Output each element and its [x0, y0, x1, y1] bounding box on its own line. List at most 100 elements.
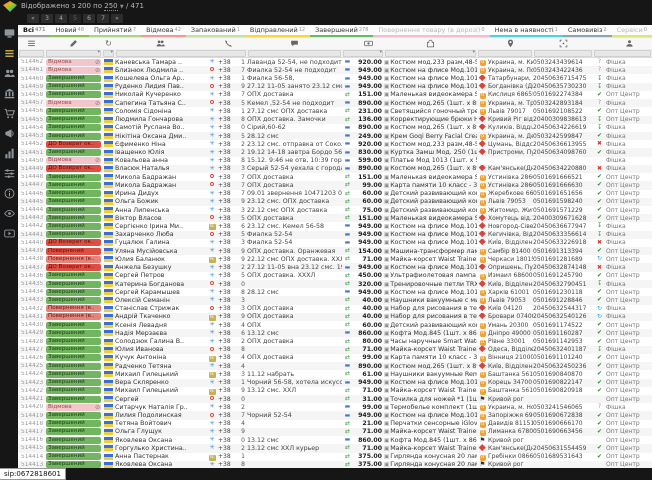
client-phone[interactable]: +38: [218, 387, 238, 394]
status-badge[interactable]: Завершений: [46, 437, 101, 444]
order-row[interactable]: 514430ЗавершенийКсенія Левадня✳+384ОПХ⇄6…: [18, 321, 652, 329]
tracking-number[interactable]: 20450635730230: [533, 83, 593, 90]
tracking-number[interactable]: 20450634098760: [533, 149, 593, 156]
tab-запакований[interactable]: Запакований1: [186, 25, 245, 37]
client-name[interactable]: Сергей Петров: [115, 272, 206, 279]
order-row[interactable]: 514444ЗавершенийАнна Липенська✳+38322.12…: [18, 206, 652, 214]
column-filter-input[interactable]: [248, 50, 341, 57]
client-phone[interactable]: +38: [218, 256, 238, 263]
client-phone[interactable]: +38: [218, 346, 238, 353]
order-row[interactable]: 514460ЗавершенийКошелева Ольга Ар..✳+381…: [18, 74, 652, 82]
order-row[interactable]: 514415ЗавершенийГоргулько Христина..✳+38…: [18, 444, 652, 452]
order-row[interactable]: 514425ЗавершенийРадченко Тетяна✳+384▬890…: [18, 362, 652, 370]
tracking-number[interactable]: 20450632450236: [533, 363, 593, 370]
client-name[interactable]: Яковлева Оксана: [115, 461, 206, 468]
order-row[interactable]: 514426ЗавершенийКучук Антонінаlk+384ОПХ …: [18, 354, 652, 362]
status-badge[interactable]: Повернення (в..: [46, 256, 101, 263]
status-badge[interactable]: Завершений: [46, 363, 101, 370]
chart-icon[interactable]: [3, 147, 15, 159]
client-name[interactable]: Андрій Ткаченко: [115, 313, 206, 320]
client-phone[interactable]: +38: [218, 313, 238, 320]
tracking-number[interactable]: 0501691666521: [533, 174, 593, 181]
column-filter-input[interactable]: [594, 50, 651, 57]
client-phone[interactable]: +38: [218, 223, 238, 230]
client-name[interactable]: Ситарчук Наталія Гр..: [115, 404, 206, 411]
order-row[interactable]: 514445ЗавершенийОльга Божик✳+38923.12 см…: [18, 198, 652, 206]
tracking-number[interactable]: 20450636715475: [533, 75, 593, 82]
client-name[interactable]: Самотій Руслана Во..: [115, 124, 206, 131]
pager-page-button[interactable]: 3: [41, 14, 53, 23]
order-row[interactable]: 514436ЗавершенийСергей Петров✳+385ОПХ до…: [18, 272, 652, 280]
tracking-number[interactable]: 20400309671628: [533, 215, 593, 222]
tracking-number[interactable]: 0501691101240: [533, 354, 593, 361]
column-filter-input[interactable]: [534, 50, 592, 57]
tracking-number[interactable]: 20450634226619: [533, 124, 593, 131]
tracking-number[interactable]: 0501690663456: [533, 428, 593, 435]
megaphone-icon[interactable]: [3, 127, 15, 139]
status-badge[interactable]: Завершений: [46, 223, 101, 230]
client-phone[interactable]: +38: [218, 453, 238, 460]
client-phone[interactable]: +38: [218, 133, 238, 140]
tab-всі[interactable]: Всі471: [18, 25, 50, 37]
client-phone[interactable]: +38: [218, 404, 238, 411]
status-badge[interactable]: ДО Возврат ок..: [46, 141, 101, 148]
tracking-number[interactable]: 0501690672838: [533, 412, 593, 419]
status-badge[interactable]: Завершений: [46, 354, 101, 361]
order-row[interactable]: 514446ЗавершенийИрина Дидух✳+38709.01 зв…: [18, 190, 652, 198]
order-row[interactable]: 514442ЗавершенийСергієнко Ірина Ми..lk+3…: [18, 222, 652, 230]
client-phone[interactable]: +38: [218, 363, 238, 370]
status-badge[interactable]: ДО Возврат ок..: [46, 165, 101, 172]
money-icon[interactable]: [353, 39, 384, 49]
client-name[interactable]: Людмила Гончарова: [115, 116, 206, 123]
client-name[interactable]: Тетяна Войтович: [115, 420, 206, 427]
tracking-number[interactable]: 0501692108522: [533, 108, 593, 115]
tracking-number[interactable]: 20400309838613: [533, 116, 593, 123]
client-name[interactable]: Михаил Гилецький: [115, 387, 206, 394]
tracking-number[interactable]: 0501691313394: [533, 248, 593, 255]
tracking-number[interactable]: 0503242599847: [533, 133, 593, 140]
status-badge[interactable]: ДО Возврат ок..: [46, 264, 101, 271]
client-phone[interactable]: +38: [218, 91, 238, 98]
order-row[interactable]: 514414ЗавершенийАнна Пастернакlk+381⇄375…: [18, 453, 652, 461]
status-badge[interactable]: Завершений: [46, 83, 101, 90]
client-phone[interactable]: +38: [218, 281, 238, 288]
order-row[interactable]: 514420Відмова⊘Ситарчук Наталія Гр..✳+382…: [18, 403, 652, 411]
client-name[interactable]: Яковлева Оксана: [115, 437, 206, 444]
bag-icon[interactable]: [384, 39, 477, 49]
status-badge[interactable]: Завершений: [46, 297, 101, 304]
tracking-number[interactable]: 0501691160287: [533, 330, 593, 337]
client-phone[interactable]: +38: [218, 198, 238, 205]
column-filter-input[interactable]: [116, 50, 246, 57]
client-phone[interactable]: +38: [218, 371, 238, 378]
status-badge[interactable]: Завершений: [46, 371, 101, 378]
client-name[interactable]: Захарченко Люба: [115, 231, 206, 238]
order-row[interactable]: 514457Відмова⊘Сапегина Татьяна С..+385Ке…: [18, 99, 652, 107]
tab-самовивіз[interactable]: Самовивіз2: [563, 25, 612, 37]
client-name[interactable]: Радченко Тетяна: [115, 363, 206, 370]
client-name[interactable]: Михаил Гилецький: [115, 371, 206, 378]
client-name[interactable]: Лилия Подолинская: [115, 412, 206, 419]
pager-page-button[interactable]: 4: [55, 14, 67, 23]
client-phone[interactable]: +38: [218, 379, 238, 386]
menu-icon[interactable]: [3, 47, 15, 59]
column-filter-input[interactable]: [343, 50, 383, 57]
order-row[interactable]: 514459ЗавершенийРуденко Лидия Пав..+3892…: [18, 83, 652, 91]
status-badge[interactable]: Завершений: [46, 420, 101, 427]
order-row[interactable]: 514437ДО Возврат ок..Анжела Безушку✳+382…: [18, 263, 652, 271]
client-phone[interactable]: +38: [218, 445, 238, 452]
order-row[interactable]: 514454ЗавершенийСамотій Руслана Во..✳+38…: [18, 124, 652, 132]
client-phone[interactable]: +38: [218, 174, 238, 181]
order-row[interactable]: 514443ЗавершенийВіктор Власов+385ОПХ дос…: [18, 214, 652, 222]
tab-відправлений[interactable]: Відправлений12: [245, 25, 310, 37]
sliders-icon[interactable]: [3, 167, 15, 179]
tracking-number[interactable]: 0501691174522: [533, 322, 593, 329]
status-badge[interactable]: Завершений: [46, 453, 101, 460]
status-badge[interactable]: Завершений: [46, 182, 101, 189]
tracking-number[interactable]: 0501691281689: [533, 256, 593, 263]
client-phone[interactable]: +38: [218, 59, 238, 66]
pager-page-button[interactable]: 5: [69, 14, 81, 23]
client-phone[interactable]: +38: [218, 272, 238, 279]
client-name[interactable]: Надія Мерзаєва: [115, 330, 206, 337]
status-badge[interactable]: Відмова⊘: [46, 157, 101, 164]
client-name[interactable]: Сергієнко Ірина Ми..: [115, 223, 206, 230]
